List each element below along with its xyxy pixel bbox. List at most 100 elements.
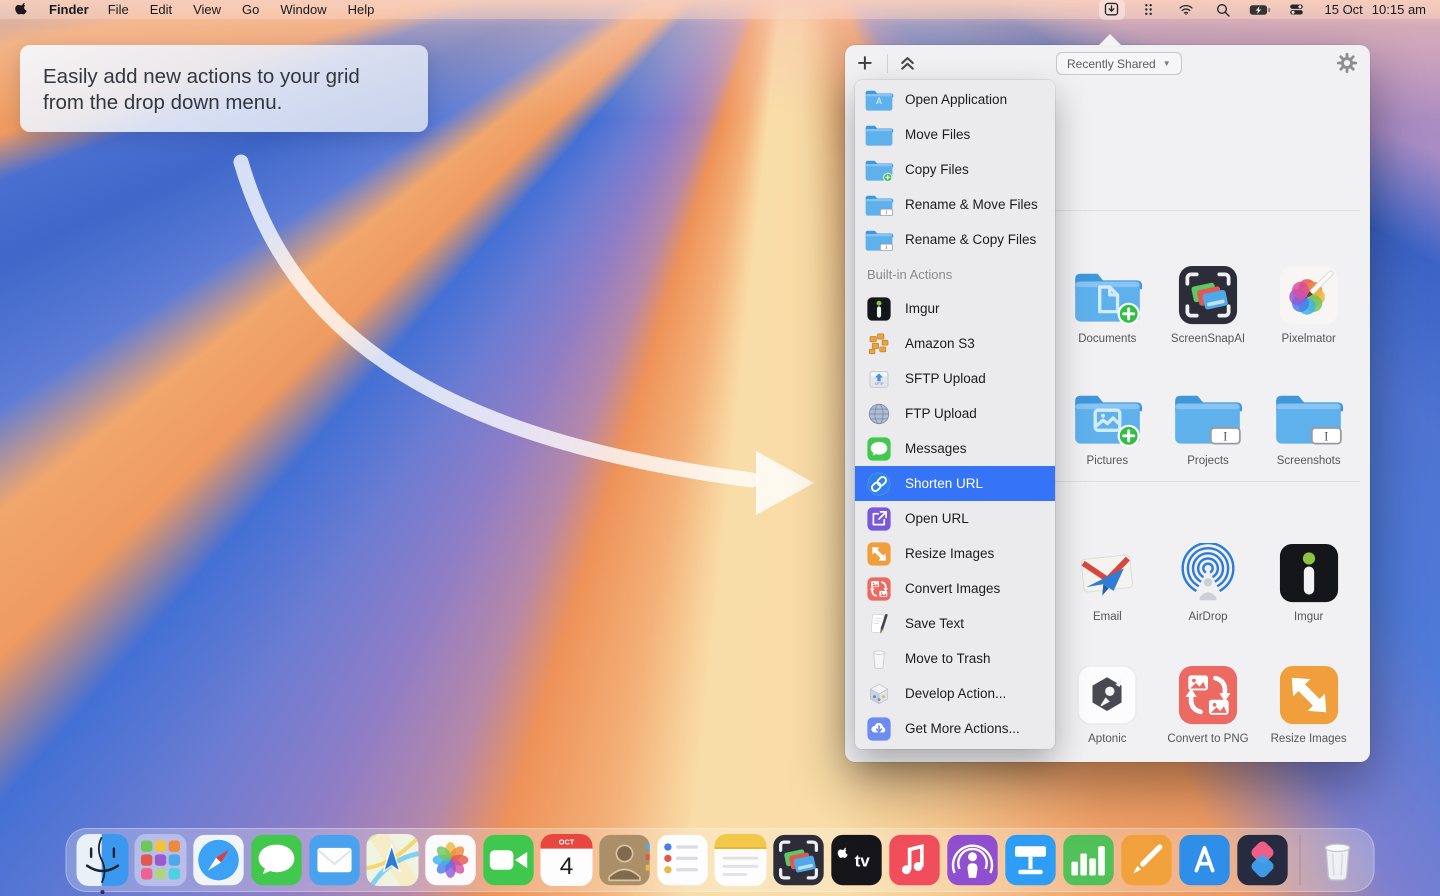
dock-podcasts[interactable] <box>947 834 999 886</box>
pixelmator-icon <box>1279 237 1339 325</box>
menubar-status <box>1101 1 1308 18</box>
svg-text:tv: tv <box>855 852 871 871</box>
dock-keynote[interactable] <box>1005 834 1057 886</box>
grid-item-pixelmator[interactable]: Pixelmator <box>1258 237 1359 359</box>
grid-item-aptonic[interactable]: Aptonic <box>1057 637 1158 759</box>
grid-item-screensnapai[interactable]: ScreenSnapAI <box>1158 237 1259 359</box>
airdrop-icon <box>1178 515 1238 603</box>
dock-mail[interactable] <box>309 834 361 886</box>
grid-item-imgur[interactable]: Imgur <box>1258 515 1359 637</box>
grid-item-convert-to-png[interactable]: Convert to PNG <box>1158 637 1259 759</box>
menu-item-amazon-s3[interactable]: Amazon S3 <box>855 326 1055 361</box>
grid-item-email[interactable]: Email <box>1057 515 1158 637</box>
folder-icon <box>864 121 894 149</box>
wifi-icon[interactable] <box>1175 1 1197 18</box>
dock-apple-tv[interactable]: tv <box>831 834 883 886</box>
svg-text:I: I <box>1224 429 1228 443</box>
dots-grid-icon[interactable] <box>1138 1 1160 18</box>
grid-item-airdrop[interactable]: AirDrop <box>1158 515 1259 637</box>
menu-item-shorten-url[interactable]: Shorten URL <box>855 466 1055 501</box>
dock-numbers[interactable] <box>1063 834 1115 886</box>
menu-item-ftp-upload[interactable]: FTP Upload <box>855 396 1055 431</box>
dock-facetime[interactable] <box>483 834 535 886</box>
grid-item-screenshots[interactable]: IScreenshots <box>1258 359 1359 481</box>
menu-item-label: Open Application <box>905 92 1007 107</box>
imgur-icon <box>864 295 894 323</box>
dock-shortcuts[interactable] <box>1237 834 1289 886</box>
folder-rename-icon: I <box>864 226 894 254</box>
grid-item-label: Imgur <box>1294 611 1323 623</box>
resize-images-icon <box>1279 637 1339 725</box>
view-selector-dropdown[interactable]: Recently Shared ▼ <box>1056 52 1182 75</box>
caret-down-icon: ▼ <box>1163 59 1171 68</box>
dock-pages[interactable] <box>1121 834 1173 886</box>
menu-item-open-url[interactable]: Open URL <box>855 501 1055 536</box>
dock-photos[interactable] <box>425 834 477 886</box>
dock-launchpad[interactable] <box>135 834 187 886</box>
dock-notes[interactable] <box>715 834 767 886</box>
grid-item-pictures[interactable]: Pictures <box>1057 359 1158 481</box>
menu-item-move-to-trash[interactable]: Move to Trash <box>855 641 1055 676</box>
menubar-menu-go[interactable]: Go <box>242 2 259 17</box>
menu-item-label: Messages <box>905 441 967 456</box>
convert-images-icon <box>1178 637 1238 725</box>
aptonic-icon <box>1077 637 1137 725</box>
battery-charging-icon[interactable] <box>1249 1 1271 18</box>
dock-messages[interactable] <box>251 834 303 886</box>
add-action-button[interactable]: + <box>857 47 873 79</box>
menubar-menu-help[interactable]: Help <box>348 2 375 17</box>
menu-item-rename-copy-files[interactable]: IRename & Copy Files <box>855 222 1055 257</box>
get-more-actions-icon <box>864 715 894 743</box>
menubar-menu-edit[interactable]: Edit <box>150 2 172 17</box>
menubar-clock[interactable]: 15 Oct 10:15 am <box>1325 2 1427 17</box>
menu-item-label: SFTP Upload <box>905 371 986 386</box>
tooltip-text: Easily add new actions to your grid from… <box>43 65 360 114</box>
folder-rename-icon: I <box>1272 359 1345 447</box>
menu-item-imgur[interactable]: Imgur <box>855 291 1055 326</box>
menubar-menu-file[interactable]: File <box>108 2 129 17</box>
dock-reminders[interactable] <box>657 834 709 886</box>
menubar-menu-view[interactable]: View <box>193 2 221 17</box>
svg-text:A: A <box>876 96 883 106</box>
dock-screensnapai[interactable] <box>773 834 825 886</box>
menu-item-get-more-actions[interactable]: Get More Actions... <box>855 711 1055 746</box>
menu-item-label: Develop Action... <box>905 686 1006 701</box>
dock-maps[interactable] <box>367 834 419 886</box>
dock-finder[interactable] <box>77 834 129 886</box>
dock-trash[interactable] <box>1312 834 1364 886</box>
double-chevron-up-icon[interactable] <box>897 52 918 78</box>
grid-item-projects[interactable]: IProjects <box>1158 359 1259 481</box>
menu-item-resize-images[interactable]: Resize Images <box>855 536 1055 571</box>
sftp-upload-icon: SFTP <box>864 365 894 393</box>
menu-item-move-files[interactable]: Move Files <box>855 117 1055 152</box>
dock-contacts[interactable] <box>599 834 651 886</box>
folder-rename-icon: I <box>864 191 894 219</box>
grid-item-label: Resize Images <box>1271 733 1347 745</box>
menu-item-develop-action[interactable]: Develop Action... <box>855 676 1055 711</box>
dock: OCT4 tv <box>66 828 1375 892</box>
grid-item-label: Pixelmator <box>1281 333 1335 345</box>
dock-music[interactable] <box>889 834 941 886</box>
menu-item-messages[interactable]: Messages <box>855 431 1055 466</box>
apple-menu[interactable] <box>14 1 30 18</box>
menu-item-sftp-upload[interactable]: SFTP SFTP Upload <box>855 361 1055 396</box>
gear-icon[interactable] <box>1336 52 1358 79</box>
menu-item-convert-images[interactable]: Convert Images <box>855 571 1055 606</box>
menu-item-open-application[interactable]: A Open Application <box>855 82 1055 117</box>
dock-calendar[interactable]: OCT4 <box>541 834 593 886</box>
menu-item-rename-move-files[interactable]: IRename & Move Files <box>855 187 1055 222</box>
menubar-time: 10:15 am <box>1372 2 1426 17</box>
menubar-menu-window[interactable]: Window <box>280 2 326 17</box>
search-icon[interactable] <box>1212 1 1234 18</box>
control-center-icon[interactable] <box>1286 1 1308 18</box>
active-app-name[interactable]: Finder <box>49 2 89 17</box>
screenshot-tray-icon[interactable] <box>1101 1 1123 18</box>
dock-safari[interactable] <box>193 834 245 886</box>
menu-item-save-text[interactable]: Save Text <box>855 606 1055 641</box>
grid-item-resize-images[interactable]: Resize Images <box>1258 637 1359 759</box>
folder-plus-icon <box>864 156 894 184</box>
imgur-icon <box>1279 515 1339 603</box>
dock-app-store[interactable] <box>1179 834 1231 886</box>
grid-item-documents[interactable]: Documents <box>1057 237 1158 359</box>
menu-item-copy-files[interactable]: Copy Files <box>855 152 1055 187</box>
